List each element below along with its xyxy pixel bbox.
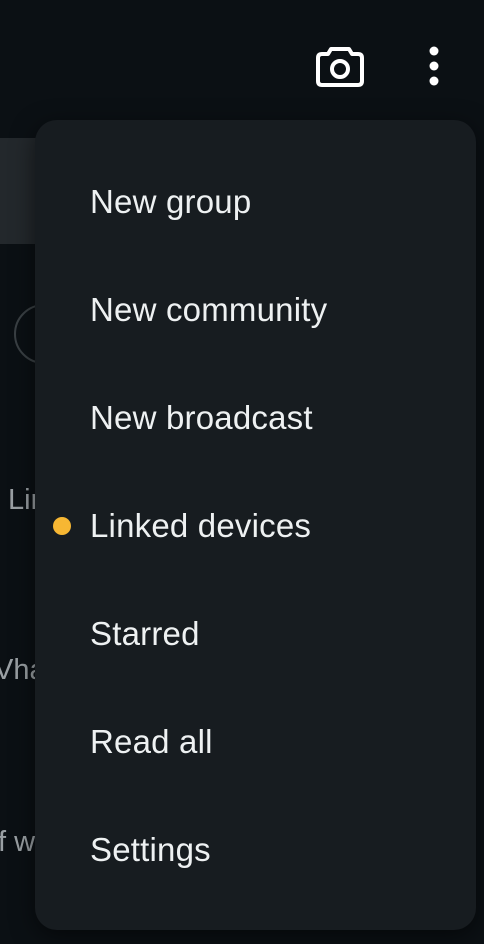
menu-item-label: New group xyxy=(90,183,252,220)
camera-button[interactable] xyxy=(312,40,368,92)
new-indicator-dot xyxy=(53,517,71,535)
menu-item-new-group[interactable]: New group xyxy=(35,148,476,256)
overflow-menu: New group New community New broadcast Li… xyxy=(35,120,476,930)
menu-item-new-broadcast[interactable]: New broadcast xyxy=(35,364,476,472)
camera-icon xyxy=(316,47,364,87)
menu-item-label: New community xyxy=(90,291,328,328)
menu-item-label: Starred xyxy=(90,615,200,652)
menu-item-linked-devices[interactable]: Linked devices xyxy=(35,472,476,580)
menu-item-label: New broadcast xyxy=(90,399,313,436)
more-vertical-icon xyxy=(429,46,439,86)
menu-item-new-community[interactable]: New community xyxy=(35,256,476,364)
more-options-button[interactable] xyxy=(414,40,454,92)
menu-item-label: Read all xyxy=(90,723,213,760)
background-text-fragment: f w xyxy=(0,826,36,858)
menu-item-settings[interactable]: Settings xyxy=(35,796,476,904)
menu-item-label: Linked devices xyxy=(90,507,312,544)
app-screen: Lir Vha f w New group New community New … xyxy=(0,0,484,944)
menu-item-starred[interactable]: Starred xyxy=(35,580,476,688)
menu-item-label: Settings xyxy=(90,831,211,868)
menu-item-read-all[interactable]: Read all xyxy=(35,688,476,796)
